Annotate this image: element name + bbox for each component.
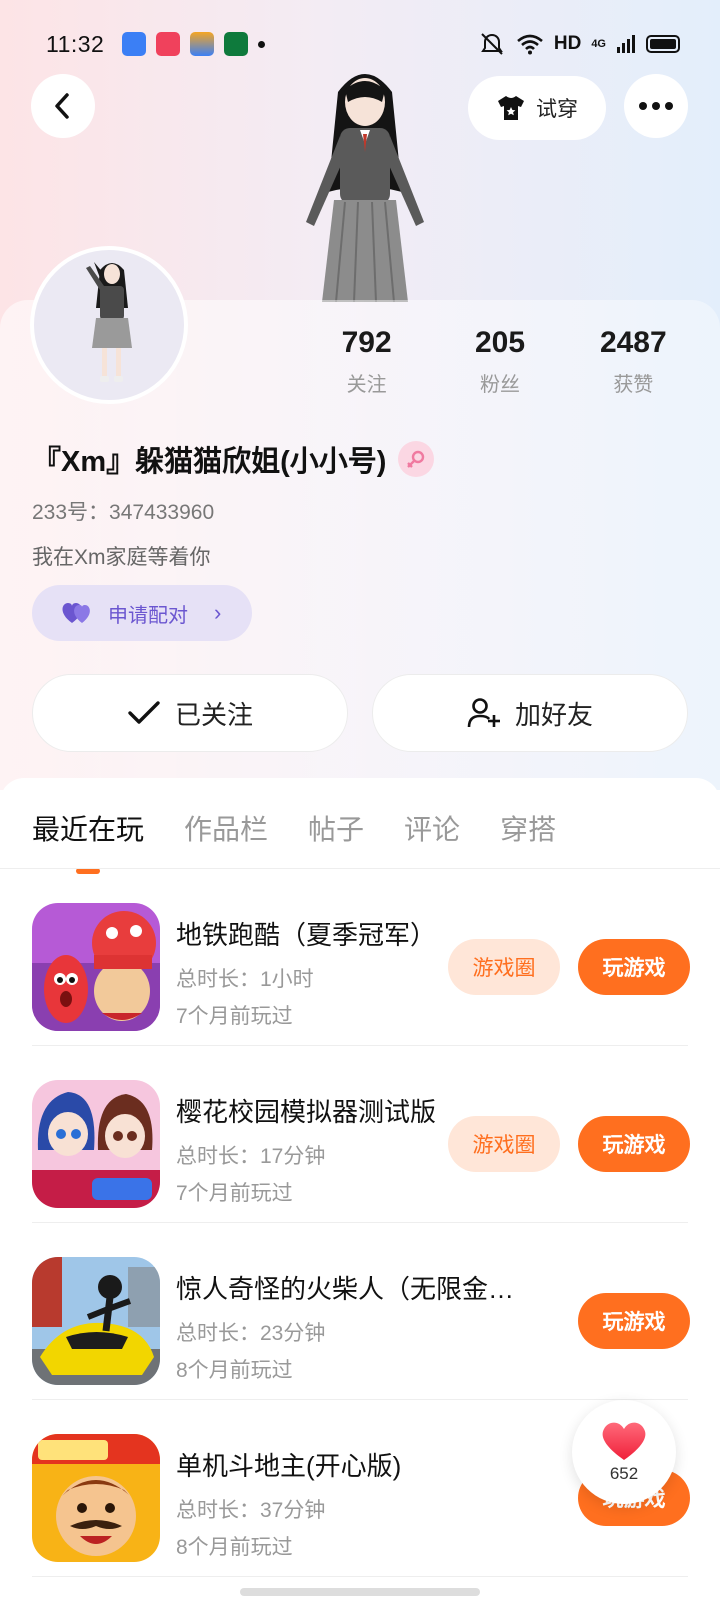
avatar-full-body-image bbox=[306, 74, 424, 302]
stat-following-label: 关注 bbox=[346, 374, 387, 396]
video-app-notification-icon bbox=[156, 32, 181, 56]
game-duration: 总时长：37分钟 bbox=[176, 1499, 326, 1522]
tab-works-label: 作品栏 bbox=[184, 814, 269, 845]
double-heart-icon bbox=[62, 603, 90, 623]
game-last-played: 7个月前玩过 bbox=[176, 1005, 293, 1028]
notification-icons bbox=[122, 32, 266, 56]
stat-likes[interactable]: 2487 获赞 bbox=[567, 326, 700, 397]
tab-outfits[interactable]: 穿搭 bbox=[500, 808, 556, 848]
profile-nickname: 『Xm』躲猫猫欣姐(小小号) bbox=[32, 446, 387, 478]
game-icon-stickman[interactable] bbox=[32, 1257, 160, 1385]
tab-posts-label: 帖子 bbox=[308, 814, 365, 845]
play-game-button[interactable]: 玩游戏 bbox=[578, 1116, 690, 1172]
play-game-button[interactable]: 玩游戏 bbox=[578, 939, 690, 995]
tab-posts[interactable]: 帖子 bbox=[308, 808, 364, 848]
silent-bell-icon bbox=[480, 33, 503, 55]
home-indicator[interactable] bbox=[240, 1588, 480, 1596]
chevron-right-icon: › bbox=[214, 600, 222, 625]
game-name: 惊人奇怪的火柴人（无限金币） bbox=[176, 1274, 536, 1304]
more-notifications-dot bbox=[258, 40, 266, 48]
stat-following[interactable]: 792 关注 bbox=[300, 326, 433, 397]
game-duration: 总时长：1小时 bbox=[176, 968, 314, 991]
followed-label: 已关注 bbox=[174, 699, 253, 730]
back-button[interactable] bbox=[31, 74, 95, 138]
game-name: 地铁跑酷（夏季冠军） bbox=[176, 920, 437, 950]
more-button[interactable] bbox=[624, 74, 688, 138]
tab-outfits-label: 穿搭 bbox=[500, 814, 557, 845]
battery-icon bbox=[646, 35, 680, 53]
game-last-played: 8个月前玩过 bbox=[176, 1359, 293, 1382]
game-row[interactable]: 地铁跑酷（夏季冠军） 总时长：1小时 7个月前玩过 游戏圈 玩游戏 bbox=[32, 869, 690, 1046]
signal-bars-icon bbox=[617, 35, 635, 53]
tab-comments[interactable]: 评论 bbox=[404, 808, 460, 848]
wallet-notification-icon bbox=[190, 32, 215, 56]
wifi-icon bbox=[517, 34, 543, 55]
stat-fans-label: 粉丝 bbox=[479, 374, 520, 396]
user-bio: 我在Xm家庭等着你 bbox=[32, 546, 211, 569]
profile-stats: 792 关注 205 粉丝 2487 获赞 bbox=[300, 326, 700, 397]
tshirt-icon bbox=[498, 96, 524, 120]
tab-recently-played-label: 最近在玩 bbox=[32, 814, 145, 845]
profile-nickname-row: 『Xm』躲猫猫欣姐(小小号) bbox=[32, 438, 435, 480]
avatar-image bbox=[86, 262, 132, 382]
game-last-played: 8个月前玩过 bbox=[176, 1536, 293, 1559]
game-row[interactable]: 惊人奇怪的火柴人（无限金币） 总时长：23分钟 8个月前玩过 玩游戏 bbox=[32, 1223, 690, 1400]
tab-comments-label: 评论 bbox=[404, 814, 461, 845]
heart-icon bbox=[602, 1422, 646, 1460]
stat-likes-value: 2487 bbox=[599, 326, 667, 359]
female-gender-icon bbox=[398, 441, 435, 477]
add-friend-icon bbox=[467, 698, 500, 728]
play-game-button[interactable]: 玩游戏 bbox=[578, 1293, 690, 1349]
game-circle-button[interactable]: 游戏圈 bbox=[448, 939, 560, 995]
stat-fans-value: 205 bbox=[474, 326, 526, 359]
like-count: 652 bbox=[609, 1464, 639, 1483]
status-indicators: HD 4G bbox=[478, 32, 680, 56]
app-notification-icon bbox=[122, 32, 147, 56]
stat-fans[interactable]: 205 粉丝 bbox=[433, 326, 566, 397]
tab-recently-played[interactable]: 最近在玩 bbox=[32, 808, 145, 874]
checkmark-icon bbox=[128, 701, 160, 724]
try-on-button[interactable]: 试穿 bbox=[468, 76, 606, 140]
signal-type-label: 4G bbox=[591, 38, 606, 50]
like-float-button[interactable]: 652 bbox=[572, 1400, 676, 1504]
more-dots-icon bbox=[639, 102, 673, 110]
add-friend-button[interactable]: 加好友 bbox=[372, 674, 688, 752]
avatar[interactable] bbox=[30, 246, 188, 404]
apply-pair-button[interactable]: 申请配对 › bbox=[32, 585, 252, 641]
game-last-played: 7个月前玩过 bbox=[176, 1182, 293, 1205]
game-icon-landlord-poker[interactable] bbox=[32, 1434, 160, 1562]
stat-likes-label: 获赞 bbox=[613, 374, 654, 396]
add-friend-label: 加好友 bbox=[514, 699, 593, 730]
oppo-notification-icon bbox=[224, 32, 249, 56]
apply-pair-label: 申请配对 bbox=[108, 604, 188, 627]
game-duration: 总时长：17分钟 bbox=[176, 1145, 326, 1168]
back-arrow-icon bbox=[55, 93, 69, 119]
status-time: 11:32 bbox=[46, 30, 105, 57]
try-on-label: 试穿 bbox=[536, 98, 578, 121]
tab-works[interactable]: 作品栏 bbox=[184, 808, 268, 848]
stat-following-value: 792 bbox=[341, 326, 392, 359]
game-icon-sakura-school[interactable] bbox=[32, 1080, 160, 1208]
game-duration: 总时长：23分钟 bbox=[176, 1322, 326, 1345]
game-name: 樱花校园模拟器测试版 bbox=[176, 1097, 437, 1127]
game-icon-subway-surfers[interactable] bbox=[32, 903, 160, 1031]
user-id: 233号：347433960 bbox=[32, 501, 215, 524]
network-type-label: HD bbox=[553, 33, 582, 54]
profile-tabs: 最近在玩 作品栏 帖子 评论 穿搭 bbox=[32, 808, 556, 874]
followed-button[interactable]: 已关注 bbox=[32, 674, 348, 752]
game-name: 单机斗地主(开心版) bbox=[176, 1451, 402, 1481]
game-row[interactable]: 樱花校园模拟器测试版 总时长：17分钟 7个月前玩过 游戏圈 玩游戏 bbox=[32, 1046, 690, 1223]
game-circle-button[interactable]: 游戏圈 bbox=[448, 1116, 560, 1172]
